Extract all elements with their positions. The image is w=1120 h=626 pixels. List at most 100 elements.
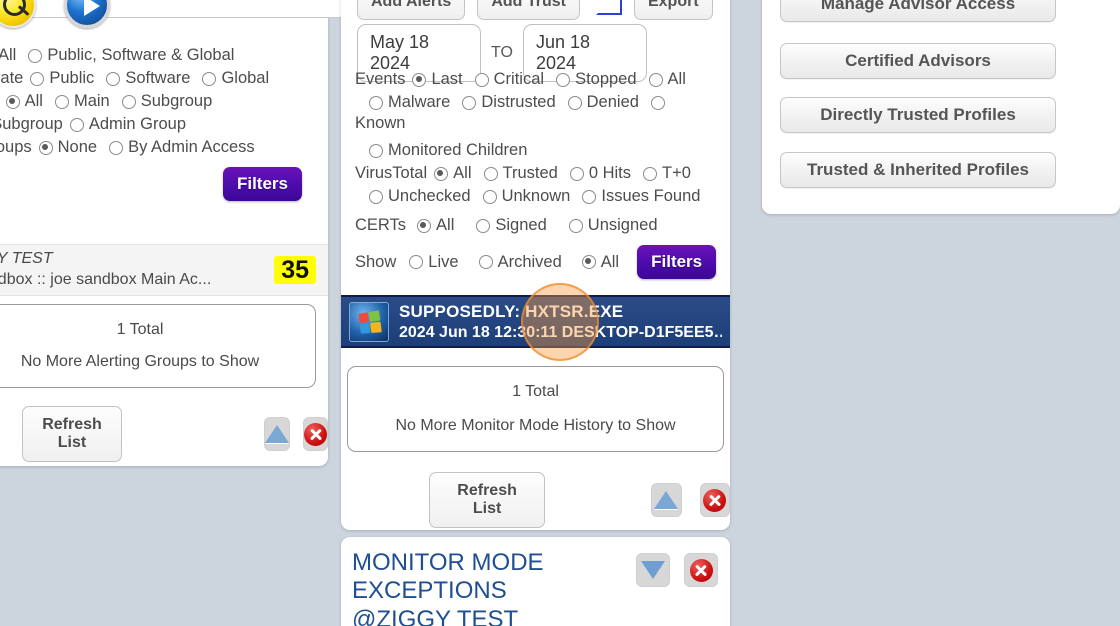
expand-down-icon[interactable] (636, 553, 670, 587)
radio-option-main[interactable]: Main (54, 92, 110, 111)
radio-dot[interactable] (369, 189, 383, 204)
alerting-group-list-item[interactable]: GGY TEST sandbox :: joe sandbox Main Ac.… (0, 244, 328, 296)
radio-dot[interactable] (648, 72, 663, 87)
radio-option-type-all[interactable]: All (5, 92, 43, 111)
add-trust-button[interactable]: Add Trust (477, 0, 580, 20)
radio-option-known[interactable] (650, 95, 665, 110)
radio-option-public[interactable]: Public (30, 69, 94, 88)
radio-option-show-live[interactable]: Live (409, 253, 459, 272)
radio-option-malware[interactable]: Malware (369, 93, 450, 112)
add-alerts-button[interactable]: Add Alerts (357, 0, 466, 20)
radio-dot[interactable] (54, 94, 69, 109)
radio-dot[interactable] (417, 218, 432, 233)
radio-dot[interactable] (69, 117, 84, 132)
radio-option-subgroup[interactable]: Subgroup (121, 92, 212, 111)
radio-dot[interactable] (568, 218, 583, 233)
mm-title-line3: @ZIGGY TEST (352, 605, 519, 626)
radio-option-by-admin-access[interactable]: By Admin Access (109, 138, 255, 157)
radio-option-vt-issues-found[interactable]: Issues Found (582, 187, 700, 206)
radio-dot[interactable] (474, 72, 489, 87)
flag-icon[interactable] (592, 0, 622, 15)
export-button[interactable]: Export (633, 0, 713, 20)
mid-footer-row: Refresh List (429, 472, 730, 528)
radio-option-show-all[interactable]: All (581, 253, 619, 272)
monitor-mode-exceptions-panel: MONITOR MODE EXCEPTIONS @ZIGGY TEST (341, 537, 730, 626)
radio-dot[interactable] (482, 189, 497, 204)
radio-dot[interactable] (556, 72, 571, 87)
radio-option-events-stopped[interactable]: Stopped (556, 70, 637, 89)
mid-filters-button[interactable]: Filters (637, 245, 717, 279)
radio-option-certs-signed[interactable]: Signed (476, 216, 547, 235)
radio-option-label: Denied (586, 93, 639, 111)
radio-dot[interactable] (5, 94, 20, 109)
radio-dot[interactable] (412, 72, 427, 87)
radio-option-monitored-children[interactable]: Monitored Children (369, 141, 527, 160)
radio-dot[interactable] (30, 71, 45, 86)
radio-option-show-archived[interactable]: Archived (478, 253, 562, 272)
radio-dot[interactable] (409, 255, 424, 269)
radio-dot[interactable] (643, 166, 658, 181)
radio-dot[interactable] (478, 255, 493, 269)
radio-option-events-last[interactable]: Last (412, 70, 463, 89)
radio-option-software[interactable]: Software (106, 69, 190, 88)
radio-option-label: Unsigned (587, 216, 658, 234)
radio-dot[interactable] (581, 255, 596, 269)
radio-option-vt-t-plus-0[interactable]: T+0 (643, 164, 691, 183)
radio-option-certs-unsigned[interactable]: Unsigned (568, 216, 658, 235)
radio-option-vt-0-hits[interactable]: 0 Hits (569, 164, 631, 183)
radio-option-all[interactable]: All (0, 46, 16, 65)
collapse-up-icon[interactable] (651, 483, 682, 517)
monitor-history-selected-row[interactable]: SUPPOSEDLY: HXTSR.EXE 2024 Jun 18 12:30:… (341, 295, 730, 348)
radio-option-global[interactable]: Global (202, 69, 269, 88)
radio-dot[interactable] (569, 166, 584, 181)
radio-option-vt-unchecked[interactable]: Unchecked (369, 187, 471, 206)
left-refresh-list-button[interactable]: Refresh List (22, 406, 122, 462)
collapse-up-icon[interactable] (264, 417, 290, 451)
radio-dot[interactable] (582, 189, 597, 204)
certified-advisors-button[interactable]: Certified Advisors (780, 43, 1056, 79)
radio-option-events-all[interactable]: All (648, 70, 686, 89)
radio-dot[interactable] (369, 95, 383, 110)
radio-dot[interactable] (28, 48, 43, 63)
radio-dot[interactable] (369, 143, 383, 158)
radio-option-vt-all[interactable]: All (434, 164, 472, 183)
radio-option-label: Monitored Children (388, 141, 528, 159)
radio-option-denied[interactable]: Denied (567, 93, 639, 112)
mid-refresh-list-button[interactable]: Refresh List (429, 472, 546, 528)
x-circle-glyph (304, 422, 327, 446)
radio-dot[interactable] (109, 140, 124, 155)
radio-dot[interactable] (483, 166, 498, 181)
radio-dot[interactable] (567, 95, 582, 110)
radio-dot[interactable] (434, 166, 449, 181)
search-orb-icon[interactable] (0, 0, 36, 28)
close-x-icon[interactable] (303, 417, 328, 451)
close-x-icon[interactable] (699, 483, 730, 517)
left-filter-radios: All Public, Software & Global Private Pu… (0, 44, 328, 201)
radio-option-none[interactable]: None (38, 138, 97, 157)
radio-option-events-critical[interactable]: Critical (474, 70, 544, 89)
radio-option-vt-unknown[interactable]: Unknown (482, 187, 570, 206)
radio-dot[interactable] (650, 95, 665, 110)
mm-title-line1: MONITOR MODE (352, 549, 544, 576)
directly-trusted-profiles-button[interactable]: Directly Trusted Profiles (780, 97, 1056, 133)
close-x-icon[interactable] (684, 553, 718, 587)
radio-dot[interactable] (462, 95, 477, 110)
radio-dot[interactable] (202, 71, 217, 86)
radio-option-vt-trusted[interactable]: Trusted (483, 164, 558, 183)
left-filters-button[interactable]: Filters (222, 167, 302, 201)
radio-dot[interactable] (106, 71, 121, 86)
radio-option-distrusted[interactable]: Distrusted (462, 93, 556, 112)
play-orb-icon[interactable] (64, 0, 110, 28)
radio-option-public-software-global[interactable]: Public, Software & Global (28, 46, 234, 65)
manage-advisor-access-button[interactable]: Manage Advisor Access (780, 0, 1056, 22)
radio-option-label: Last (431, 70, 463, 88)
radio-dot[interactable] (38, 140, 53, 155)
radio-option-certs-all[interactable]: All (417, 216, 454, 235)
radio-option-label: Public, Software & Global (47, 46, 235, 64)
radio-dot[interactable] (121, 94, 136, 109)
radio-option-admin-group[interactable]: Admin Group (69, 115, 186, 134)
radio-option-label: All (24, 92, 43, 110)
radio-dot[interactable] (476, 218, 491, 233)
trusted-inherited-profiles-button[interactable]: Trusted & Inherited Profiles (780, 152, 1056, 188)
radio-option-label: All (0, 46, 17, 64)
